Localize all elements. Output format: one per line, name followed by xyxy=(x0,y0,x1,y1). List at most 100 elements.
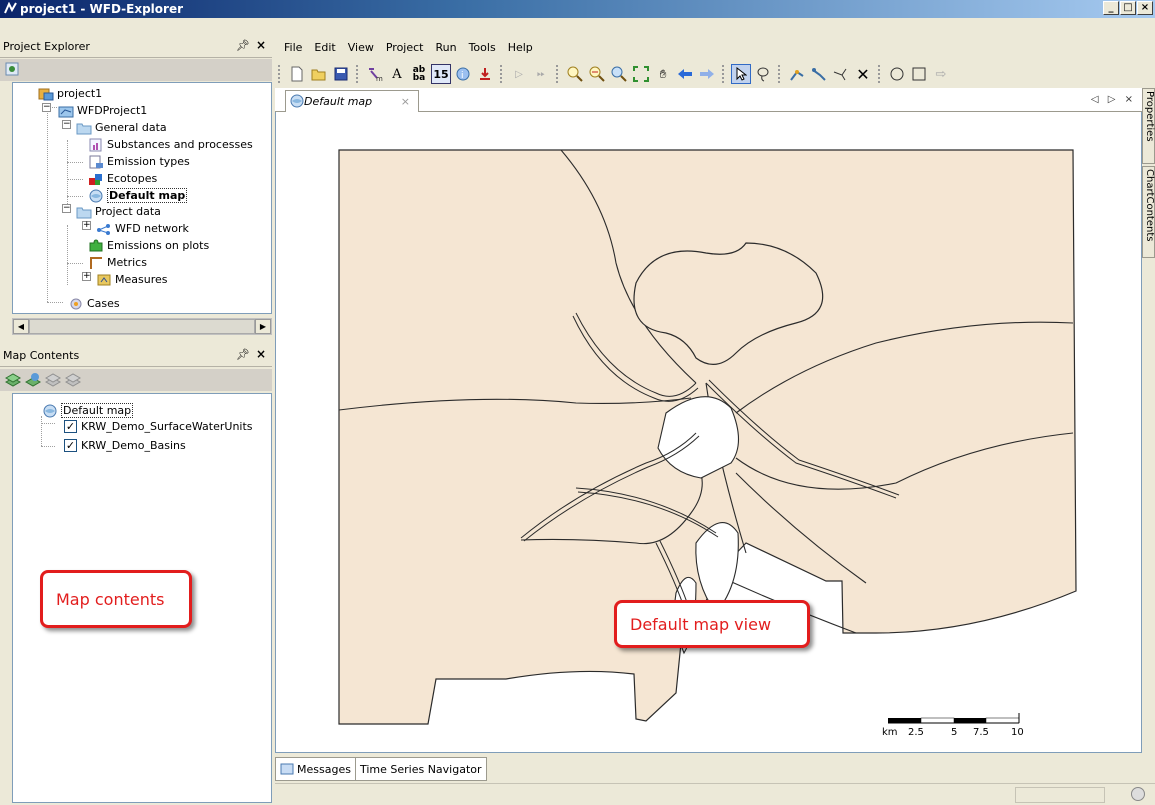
collapse-project-toggle[interactable]: − xyxy=(42,103,51,112)
calendar-icon[interactable]: 15 xyxy=(431,64,451,84)
document-nav-arrows[interactable]: ◁ ▷ × xyxy=(1091,94,1136,105)
main-toolbar: m A ab ba 15 i ▷ ⏩︎ ✋︎ ✕ ⇨ xyxy=(275,62,1150,86)
label-icon[interactable]: ab ba xyxy=(409,64,429,84)
tree-item-emission-types[interactable]: Emission types xyxy=(88,153,190,170)
layer-properties-icon[interactable] xyxy=(65,372,81,388)
save-icon[interactable] xyxy=(331,64,351,84)
close-button[interactable]: × xyxy=(1137,1,1153,15)
add-branch-icon[interactable] xyxy=(831,64,851,84)
map-globe-icon xyxy=(89,189,103,202)
tree-item-wfd-network[interactable]: WFD network xyxy=(96,220,189,237)
tree-item-emissions-on-plots[interactable]: Emissions on plots xyxy=(88,237,209,254)
map-contents-toolbar xyxy=(0,369,272,391)
arrow-icon[interactable]: ⇨ xyxy=(931,64,951,84)
tree-item-ecotopes[interactable]: Ecotopes xyxy=(88,170,157,187)
project-explorer-title: Project Explorer xyxy=(3,40,90,53)
tab-properties[interactable]: Properties xyxy=(1142,88,1155,164)
forward-icon[interactable] xyxy=(697,64,717,84)
scale-bar: km 2.5 5 7.5 10 xyxy=(882,713,1024,738)
scroll-right-icon[interactable]: ▶ xyxy=(255,319,271,334)
text-icon[interactable]: A xyxy=(387,64,407,84)
menu-edit[interactable]: Edit xyxy=(308,37,341,59)
menu-run[interactable]: Run xyxy=(429,37,462,59)
map-view[interactable]: km 2.5 5 7.5 10 xyxy=(276,113,1142,753)
tree-item-default-map[interactable]: Default map xyxy=(88,187,188,204)
close-icon[interactable]: × xyxy=(256,38,266,52)
add-node-icon[interactable] xyxy=(787,64,807,84)
tree-label: Emission types xyxy=(107,155,190,168)
measures-icon xyxy=(97,274,111,285)
tab-default-map[interactable]: Default map × xyxy=(285,90,419,112)
add-layer-icon[interactable] xyxy=(5,372,21,388)
map-contents-root[interactable]: Default map xyxy=(42,402,134,419)
menu-view[interactable]: View xyxy=(342,37,380,59)
pin-icon[interactable]: 📌︎ xyxy=(236,39,250,52)
fast-forward-icon[interactable]: ⏩︎ xyxy=(531,64,551,84)
map-contents-root-label: Default map xyxy=(61,403,134,418)
status-bar xyxy=(275,783,1155,805)
tab-messages[interactable]: Messages xyxy=(275,757,356,781)
tab-chart-contents[interactable]: ChartContents xyxy=(1142,166,1155,258)
menu-help[interactable]: Help xyxy=(502,37,539,59)
layer-item-basins[interactable]: ✓ KRW_Demo_Basins xyxy=(64,437,186,454)
pin-icon[interactable]: 📌︎ xyxy=(236,348,250,361)
project-tree-hscrollbar[interactable]: ◀ ▶ xyxy=(12,318,272,335)
cases-icon xyxy=(70,298,82,309)
tree-item-measures[interactable]: Measures xyxy=(96,271,167,288)
refresh-icon[interactable] xyxy=(5,62,19,76)
menu-project[interactable]: Project xyxy=(380,37,430,59)
layer-label: KRW_Demo_SurfaceWaterUnits xyxy=(81,420,253,433)
import-icon[interactable] xyxy=(475,64,495,84)
tree-item-cases[interactable]: Cases xyxy=(68,295,120,312)
bottom-tabs: Messages Time Series Navigator xyxy=(275,757,487,781)
tab-label: Default map xyxy=(304,95,373,108)
menu-file[interactable]: File xyxy=(278,37,308,59)
info-icon[interactable]: i xyxy=(453,64,473,84)
delete-icon[interactable]: ✕ xyxy=(853,64,873,84)
scroll-thumb[interactable] xyxy=(29,319,255,334)
collapse-project-data-toggle[interactable]: − xyxy=(62,204,71,213)
network-icon[interactable]: m xyxy=(365,64,385,84)
project-explorer-toolbar xyxy=(0,59,272,81)
expand-wfd-network-toggle[interactable]: + xyxy=(82,221,91,230)
tree-item-general-data[interactable]: General data xyxy=(76,119,167,136)
add-group-icon[interactable] xyxy=(25,372,41,388)
circle-icon[interactable] xyxy=(887,64,907,84)
minimize-button[interactable]: _ xyxy=(1103,1,1119,15)
tree-item-project-data[interactable]: Project data xyxy=(76,203,161,220)
zoom-extent-icon[interactable] xyxy=(609,64,629,84)
expand-measures-toggle[interactable]: + xyxy=(82,272,91,281)
full-extent-icon[interactable] xyxy=(631,64,651,84)
select-icon[interactable] xyxy=(731,64,751,84)
maximize-button[interactable]: □ xyxy=(1120,1,1136,15)
side-tab-label: ChartContents xyxy=(1144,169,1155,242)
zoom-in-icon[interactable] xyxy=(565,64,585,84)
tab-time-series-navigator[interactable]: Time Series Navigator xyxy=(355,757,487,781)
ruler-icon xyxy=(90,256,102,269)
tree-item-wfdproject1[interactable]: WFDProject1 xyxy=(58,102,147,119)
square-icon[interactable] xyxy=(909,64,929,84)
open-icon[interactable] xyxy=(309,64,329,84)
tree-item-metrics[interactable]: Metrics xyxy=(88,254,147,271)
tree-item-substances[interactable]: Substances and processes xyxy=(88,136,253,153)
menu-tools[interactable]: Tools xyxy=(463,37,502,59)
close-icon[interactable]: × xyxy=(256,347,266,361)
remove-layer-icon[interactable] xyxy=(45,372,61,388)
play-icon[interactable]: ▷ xyxy=(509,64,529,84)
chart-doc-icon xyxy=(89,138,102,151)
map-globe-icon xyxy=(290,94,304,108)
layer-checkbox[interactable]: ✓ xyxy=(64,420,77,433)
new-icon[interactable] xyxy=(287,64,307,84)
layer-item-surface-water-units[interactable]: ✓ KRW_Demo_SurfaceWaterUnits xyxy=(64,418,253,435)
tree-item-project1[interactable]: project1 xyxy=(38,85,102,102)
move-node-icon[interactable] xyxy=(809,64,829,84)
layer-checkbox[interactable]: ✓ xyxy=(64,439,77,452)
zoom-out-icon[interactable] xyxy=(587,64,607,84)
collapse-general-data-toggle[interactable]: − xyxy=(62,120,71,129)
window-title: project1 - WFD-Explorer xyxy=(20,2,183,16)
tab-close-icon[interactable]: × xyxy=(401,95,410,108)
lasso-icon[interactable] xyxy=(753,64,773,84)
pan-icon[interactable]: ✋︎ xyxy=(653,64,673,84)
scroll-left-icon[interactable]: ◀ xyxy=(13,319,29,334)
back-icon[interactable] xyxy=(675,64,695,84)
